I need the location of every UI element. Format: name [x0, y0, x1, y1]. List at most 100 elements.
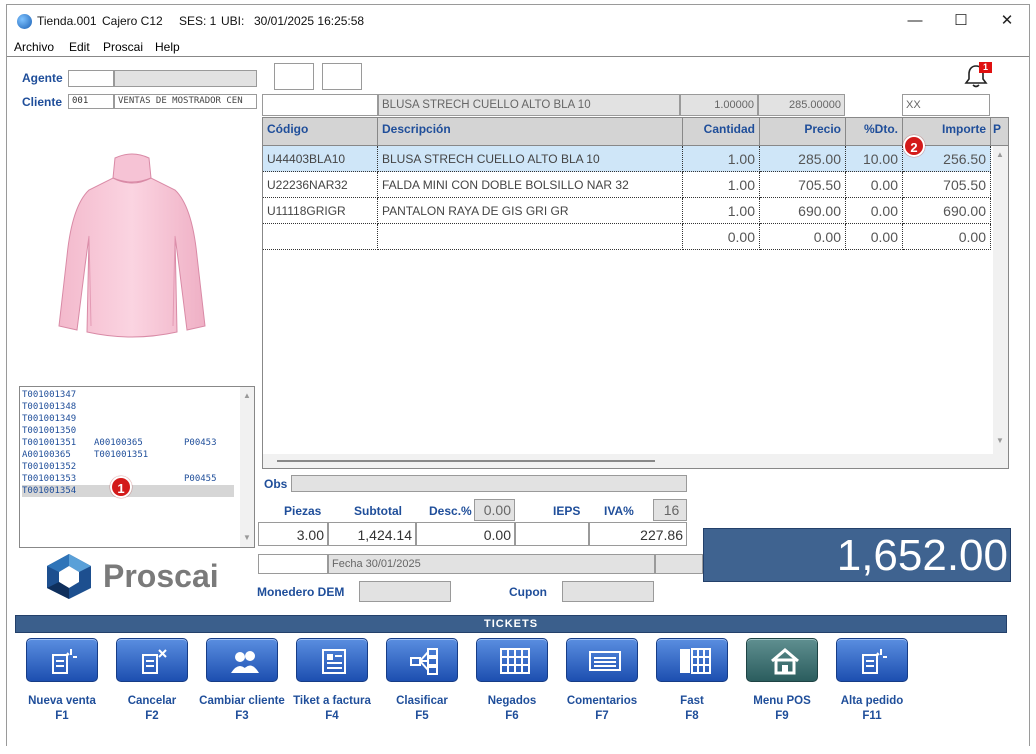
function-button-label[interactable]: Comentarios F7 [552, 694, 652, 724]
function-button-label[interactable]: Clasificar F5 [372, 694, 472, 724]
ticket-list-item[interactable]: T001001347 [22, 389, 234, 401]
entry-code-input[interactable] [262, 94, 378, 116]
minimize-button[interactable]: — [895, 9, 935, 33]
entry-quantity-field: 1.00000 [680, 94, 758, 116]
scroll-down-icon[interactable]: ▼ [243, 533, 251, 542]
ticket-list-item[interactable]: T001001349 [22, 413, 234, 425]
cell-dto[interactable]: 0.00 [846, 224, 903, 250]
menu-edit[interactable]: Edit [69, 40, 90, 54]
col-header-p[interactable]: P [991, 118, 1008, 146]
table-row[interactable]: U22236NAR32 FALDA MINI CON DOBLE BOLSILLO… [263, 172, 991, 198]
cell-codigo[interactable]: U11118GRIGR [263, 198, 378, 224]
col-header-codigo[interactable]: Código [263, 118, 378, 146]
cell-precio[interactable]: 705.50 [760, 172, 846, 198]
function-button-label[interactable]: Alta pedido F11 [822, 694, 922, 724]
menu-help[interactable]: Help [155, 40, 180, 54]
cell-dto[interactable]: 0.00 [846, 172, 903, 198]
notification-bell[interactable]: 1 [963, 62, 993, 91]
product-image [47, 146, 217, 346]
ticket-field: A00100365 [94, 438, 143, 448]
scroll-up-icon[interactable]: ▲ [243, 391, 251, 400]
function-button-label[interactable]: Negados F6 [462, 694, 562, 724]
grid-vscrollbar[interactable]: ▲ ▼ [993, 146, 1008, 468]
close-button[interactable]: ✕ [987, 9, 1027, 33]
function-button-label[interactable]: Nueva venta F1 [12, 694, 112, 724]
cell-precio[interactable]: 0.00 [760, 224, 846, 250]
cell-descripcion[interactable] [378, 224, 683, 250]
grid-scroll-down-icon[interactable]: ▼ [996, 436, 1004, 445]
iva-pct-field[interactable]: 16 [653, 499, 687, 521]
cell-precio[interactable]: 285.00 [760, 146, 846, 172]
items-grid[interactable]: Código Descripción Cantidad Precio %Dto.… [262, 117, 1009, 469]
cell-codigo[interactable]: U44403BLA10 [263, 146, 378, 172]
col-header-descripcion[interactable]: Descripción [378, 118, 683, 146]
cell-cantidad[interactable]: 1.00 [683, 146, 760, 172]
table-row[interactable]: U11118GRIGR PANTALON RAYA DE GIS GRI GR 1.… [263, 198, 991, 224]
fecha-blank-field[interactable] [258, 554, 328, 574]
cell-dto[interactable]: 0.00 [846, 198, 903, 224]
ticket-list-item[interactable]: T001001351 A00100365 P00453 [22, 437, 234, 449]
cell-cantidad[interactable]: 0.00 [683, 224, 760, 250]
col-header-precio[interactable]: Precio [760, 118, 846, 146]
function-button-label[interactable]: Cambiar cliente F3 [192, 694, 292, 724]
ticket-list-scrollbar[interactable]: ▲ ▼ [240, 387, 254, 547]
function-button-f3[interactable] [206, 638, 278, 682]
function-button-f5[interactable] [386, 638, 458, 682]
col-header-cantidad[interactable]: Cantidad [683, 118, 760, 146]
function-button-f4[interactable] [296, 638, 368, 682]
cell-importe[interactable]: 0.00 [903, 224, 991, 250]
datetime-label: 30/01/2025 16:25:58 [254, 14, 365, 28]
function-button-f11[interactable] [836, 638, 908, 682]
grid-hscrollbar[interactable] [263, 454, 993, 468]
function-button-label[interactable]: Fast F8 [642, 694, 742, 724]
agente-code-input[interactable] [68, 70, 114, 87]
cell-descripcion[interactable]: FALDA MINI CON DOBLE BOLSILLO NAR 32 [378, 172, 683, 198]
function-button-f1[interactable] [26, 638, 98, 682]
obs-field[interactable] [291, 475, 687, 492]
ticket-list-item[interactable]: T001001350 [22, 425, 234, 437]
cell-descripcion[interactable]: BLUSA STRECH CUELLO ALTO BLA 10 [378, 146, 683, 172]
ticket-list-item[interactable]: A00100365 T001001351 [22, 449, 234, 461]
function-button-f9[interactable] [746, 638, 818, 682]
menu-archivo[interactable]: Archivo [14, 40, 54, 54]
cell-codigo[interactable] [263, 224, 378, 250]
ticket-list-item[interactable]: T001001348 [22, 401, 234, 413]
function-button-f6[interactable] [476, 638, 548, 682]
table-row[interactable]: 0.00 0.00 0.00 0.00 [263, 224, 991, 250]
menu-proscai[interactable]: Proscai [103, 40, 143, 54]
function-button-label[interactable]: Cancelar F2 [102, 694, 202, 724]
proscai-logo-icon [47, 554, 91, 599]
table-row[interactable]: U44403BLA10 BLUSA STRECH CUELLO ALTO BLA … [263, 146, 991, 172]
monedero-field[interactable] [359, 581, 451, 602]
ticket-field: T001001351 [94, 450, 149, 460]
grid-hscroll-thumb[interactable] [277, 460, 655, 462]
function-button-f2[interactable] [116, 638, 188, 682]
maximize-button[interactable]: ☐ [941, 9, 981, 33]
cupon-field[interactable] [562, 581, 654, 602]
ticket-list[interactable]: T001001347 T001001348 T001001349 T001001350… [19, 386, 255, 548]
entry-xx-field[interactable]: XX [902, 94, 990, 116]
cell-precio[interactable]: 690.00 [760, 198, 846, 224]
ticket-field: T001001347 [22, 390, 77, 400]
function-button-f7[interactable] [566, 638, 638, 682]
col-header-dto[interactable]: %Dto. [846, 118, 903, 146]
blank-box-2[interactable] [322, 63, 362, 90]
cell-importe[interactable]: 705.50 [903, 172, 991, 198]
home-icon [771, 648, 799, 675]
cell-cantidad[interactable]: 1.00 [683, 198, 760, 224]
function-button-label[interactable]: Tiket a factura F4 [282, 694, 382, 724]
function-button-label[interactable]: Menu POS F9 [732, 694, 832, 724]
cell-importe[interactable]: 690.00 [903, 198, 991, 224]
cell-cantidad[interactable]: 1.00 [683, 172, 760, 198]
function-button-f8[interactable] [656, 638, 728, 682]
blank-box-1[interactable] [274, 63, 314, 90]
cliente-code-input[interactable]: 001 [68, 94, 114, 109]
ticket-list-item[interactable]: T001001352 [22, 461, 234, 473]
monedero-label: Monedero DEM [257, 585, 345, 599]
desc-pct-field[interactable]: 0.00 [474, 499, 515, 521]
cell-dto[interactable]: 10.00 [846, 146, 903, 172]
cell-codigo[interactable]: U22236NAR32 [263, 172, 378, 198]
grid-scroll-up-icon[interactable]: ▲ [996, 150, 1004, 159]
cell-descripcion[interactable]: PANTALON RAYA DE GIS GRI GR [378, 198, 683, 224]
function-label-text: Negados [487, 695, 537, 707]
